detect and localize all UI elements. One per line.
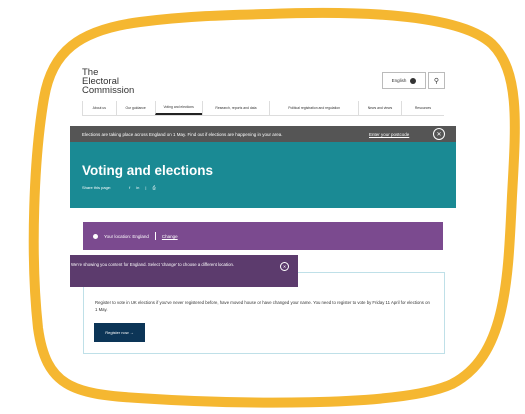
location-label: Your location: England bbox=[104, 233, 149, 239]
nav-item-guidance[interactable]: Our guidance bbox=[115, 101, 155, 115]
divider bbox=[154, 232, 156, 240]
main-navigation: About us Our guidance Voting and electio… bbox=[82, 101, 444, 116]
globe-icon bbox=[410, 77, 417, 84]
change-location-link[interactable]: Change bbox=[162, 234, 178, 239]
nav-item-voting[interactable]: Voting and elections bbox=[154, 101, 202, 115]
register-text: Register to vote in UK elections if you'… bbox=[95, 300, 430, 312]
location-bar: Your location: England Change bbox=[83, 222, 443, 250]
nav-item-research[interactable]: Research, reports and data bbox=[201, 101, 270, 115]
nav-item-resources[interactable]: Resources bbox=[400, 101, 444, 115]
facebook-icon[interactable]: f bbox=[129, 185, 130, 190]
language-label: English bbox=[391, 78, 407, 83]
print-icon[interactable]: ⎙ bbox=[152, 185, 155, 190]
site-logo[interactable]: The Electoral Commission bbox=[82, 68, 135, 96]
postcode-link[interactable]: Enter your postcode bbox=[369, 132, 409, 137]
logo-line-3: Commission bbox=[82, 85, 135, 96]
nav-item-political[interactable]: Political registration and regulation bbox=[269, 101, 358, 115]
register-now-button[interactable]: Register now → bbox=[94, 323, 145, 342]
banner-message: Elections are taking place across Englan… bbox=[82, 131, 283, 137]
nav-item-news[interactable]: News and views bbox=[357, 101, 401, 115]
webpage: The Electoral Commission English ⚲ About… bbox=[70, 60, 456, 360]
close-icon[interactable]: ✕ bbox=[280, 262, 289, 271]
language-selector[interactable]: English bbox=[382, 72, 426, 89]
close-icon[interactable]: ✕ bbox=[433, 128, 445, 140]
share-bar: Share this page: f in | ⎙ bbox=[82, 185, 156, 190]
linkedin-icon[interactable]: in bbox=[136, 185, 139, 190]
nav-item-about[interactable]: About us bbox=[82, 101, 116, 115]
search-button[interactable]: ⚲ bbox=[428, 72, 445, 89]
election-banner: Elections are taking place across Englan… bbox=[70, 126, 456, 142]
page-title: Voting and elections bbox=[82, 163, 214, 178]
location-tooltip: We're showing you content for England. S… bbox=[70, 255, 298, 287]
location-pin-icon bbox=[93, 233, 98, 239]
search-icon: ⚲ bbox=[433, 77, 440, 85]
divider: | bbox=[145, 185, 147, 190]
share-label: Share this page: bbox=[82, 185, 112, 190]
tooltip-text: We're showing you content for England. S… bbox=[71, 262, 235, 267]
hero-section: Voting and elections Share this page: f … bbox=[70, 142, 456, 208]
